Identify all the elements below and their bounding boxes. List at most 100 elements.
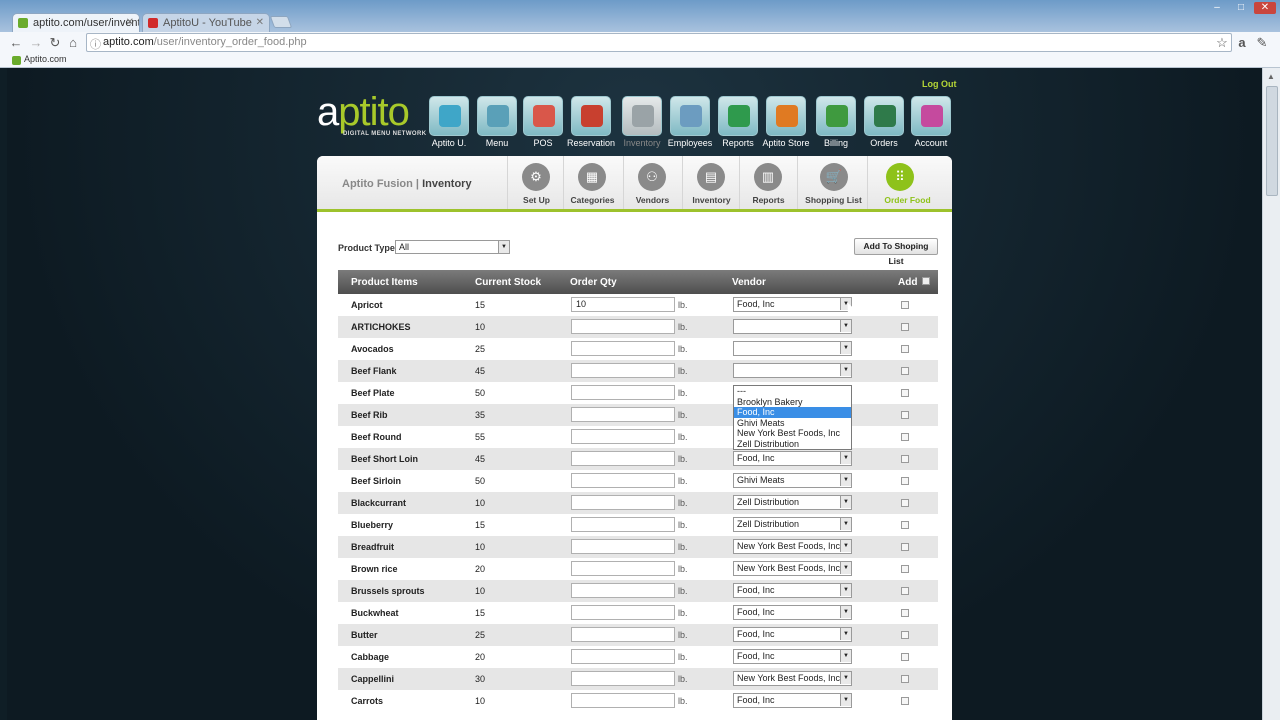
add-checkbox[interactable] <box>901 345 909 353</box>
vendor-select[interactable]: Food, Inc▼ <box>733 693 852 708</box>
vendor-option[interactable]: Ghivi Meats <box>734 418 851 429</box>
vendor-option[interactable]: Food, Inc <box>734 407 851 418</box>
vendor-select[interactable]: Zell Distribution ▼ <box>733 495 852 510</box>
vendor-option[interactable]: Brooklyn Bakery <box>734 397 851 408</box>
add-checkbox[interactable] <box>901 653 909 661</box>
order-qty-input[interactable] <box>571 341 675 356</box>
vendor-select[interactable]: New York Best Foods, Inc ▼ <box>733 539 852 554</box>
product-type-select[interactable]: All ▼ <box>395 240 510 254</box>
subnav-order-food[interactable]: ⠿ Order Food <box>867 156 947 209</box>
order-qty-input[interactable] <box>571 407 675 422</box>
logout-link[interactable]: Log Out <box>922 79 957 89</box>
order-qty-input[interactable] <box>571 693 675 708</box>
chevron-down-icon[interactable]: ▼ <box>840 694 851 706</box>
order-qty-input[interactable] <box>571 385 675 400</box>
order-qty-input[interactable] <box>571 495 675 510</box>
vendor-select[interactable]: ▼ <box>733 341 852 356</box>
add-checkbox[interactable] <box>901 587 909 595</box>
topnav-reservation[interactable]: Reservation <box>567 96 615 148</box>
order-qty-input[interactable] <box>571 429 675 444</box>
chevron-down-icon[interactable]: ▼ <box>840 540 851 552</box>
maximize-button[interactable]: □ <box>1230 2 1252 14</box>
order-qty-input[interactable] <box>571 649 675 664</box>
vendor-option[interactable]: New York Best Foods, Inc <box>734 428 851 439</box>
add-checkbox[interactable] <box>901 455 909 463</box>
vendor-select[interactable]: Ghivi Meats ▼ <box>733 473 852 488</box>
bookmark-star-icon[interactable]: ☆ <box>1214 35 1230 51</box>
amazon-extension-icon[interactable]: a <box>1234 35 1250 51</box>
vendor-select[interactable]: Food, Inc▼ <box>733 451 852 466</box>
chevron-down-icon[interactable]: ▼ <box>840 628 851 640</box>
order-qty-input[interactable] <box>571 671 675 686</box>
add-checkbox[interactable] <box>901 477 909 485</box>
vendor-select[interactable]: Food, Inc▼ <box>733 627 852 642</box>
add-checkbox[interactable] <box>901 675 909 683</box>
aptito-logo[interactable]: aptito <box>317 92 410 132</box>
vendor-select[interactable]: Zell Distribution ▼ <box>733 517 852 532</box>
chevron-down-icon[interactable]: ▼ <box>840 672 851 684</box>
new-tab-button[interactable] <box>269 16 293 28</box>
select-all-checkbox[interactable] <box>922 277 930 285</box>
chevron-down-icon[interactable]: ▼ <box>840 496 851 508</box>
home-icon[interactable]: ⌂ <box>65 35 81 51</box>
vendor-select[interactable]: New York Best Foods, Inc ▼ <box>733 671 852 686</box>
order-qty-input[interactable] <box>571 605 675 620</box>
vendor-select[interactable]: ▼ <box>733 319 852 334</box>
add-checkbox[interactable] <box>901 697 909 705</box>
topnav-account[interactable]: Account <box>910 96 952 148</box>
subnav-categories[interactable]: ▦ Categories <box>563 156 621 209</box>
order-qty-input[interactable] <box>571 583 675 598</box>
scroll-up-icon[interactable]: ▲ <box>1267 72 1275 81</box>
add-checkbox[interactable] <box>901 389 909 397</box>
add-checkbox[interactable] <box>901 411 909 419</box>
vendor-select[interactable]: Food, Inc▼ <box>733 297 852 312</box>
address-bar[interactable]: aptito.com/user/inventory_order_food.php <box>86 33 1232 52</box>
bookmark-aptito[interactable]: Aptito.com <box>24 54 67 64</box>
vendor-select[interactable]: Food, Inc▼ <box>733 605 852 620</box>
forward-arrow-icon[interactable]: → <box>28 35 44 51</box>
add-checkbox[interactable] <box>901 609 909 617</box>
chevron-down-icon[interactable]: ▼ <box>840 320 851 332</box>
close-tab-icon[interactable]: ✕ <box>126 17 134 28</box>
order-qty-input[interactable] <box>571 473 675 488</box>
wrench-menu-icon[interactable]: ✎ <box>1254 35 1270 51</box>
chevron-down-icon[interactable]: ▼ <box>840 518 851 530</box>
add-checkbox[interactable] <box>901 521 909 529</box>
add-checkbox[interactable] <box>901 631 909 639</box>
chevron-down-icon[interactable]: ▼ <box>840 474 851 486</box>
order-qty-input[interactable] <box>571 517 675 532</box>
order-qty-input[interactable] <box>571 561 675 576</box>
add-to-shopping-list-button[interactable]: Add To Shoping List <box>854 238 938 266</box>
back-arrow-icon[interactable]: ← <box>8 35 24 51</box>
add-checkbox[interactable] <box>901 499 909 507</box>
add-checkbox[interactable] <box>901 301 909 309</box>
browser-tab-youtube[interactable]: AptitoU - YouTube ✕ <box>142 13 270 32</box>
order-qty-input[interactable] <box>571 319 675 334</box>
chevron-down-icon[interactable]: ▼ <box>840 364 851 376</box>
scrollbar-thumb[interactable] <box>1266 86 1278 196</box>
chevron-down-icon[interactable]: ▼ <box>840 452 851 464</box>
vendor-dropdown-list[interactable]: --- Brooklyn Bakery Food, Inc Ghivi Meats Ne… <box>733 385 852 450</box>
vendor-select[interactable]: Food, Inc▼ <box>733 649 852 664</box>
vendor-select[interactable]: New York Best Foods, Inc ▼ <box>733 561 852 576</box>
page-info-icon[interactable]: ⓘ <box>90 36 101 52</box>
chevron-down-icon[interactable]: ▼ <box>840 606 851 618</box>
chevron-down-icon[interactable]: ▼ <box>498 241 509 253</box>
add-checkbox[interactable] <box>901 433 909 441</box>
order-qty-input[interactable]: 10 <box>571 297 675 312</box>
minimize-button[interactable]: – <box>1206 2 1228 14</box>
order-qty-input[interactable] <box>571 539 675 554</box>
chevron-down-icon[interactable]: ▼ <box>840 650 851 662</box>
order-qty-input[interactable] <box>571 363 675 378</box>
order-qty-input[interactable] <box>571 451 675 466</box>
vendor-option[interactable]: --- <box>734 386 851 397</box>
add-checkbox[interactable] <box>901 367 909 375</box>
add-checkbox[interactable] <box>901 565 909 573</box>
chevron-down-icon[interactable]: ▼ <box>840 562 851 574</box>
vendor-select[interactable]: Food, Inc▼ <box>733 583 852 598</box>
browser-tab-active[interactable]: aptito.com/user/inventory_ ✕ <box>12 13 140 32</box>
chevron-down-icon[interactable]: ▼ <box>840 584 851 596</box>
order-qty-input[interactable] <box>571 627 675 642</box>
page-scrollbar[interactable]: ▲ <box>1262 68 1280 720</box>
reload-icon[interactable]: ↻ <box>47 35 63 51</box>
